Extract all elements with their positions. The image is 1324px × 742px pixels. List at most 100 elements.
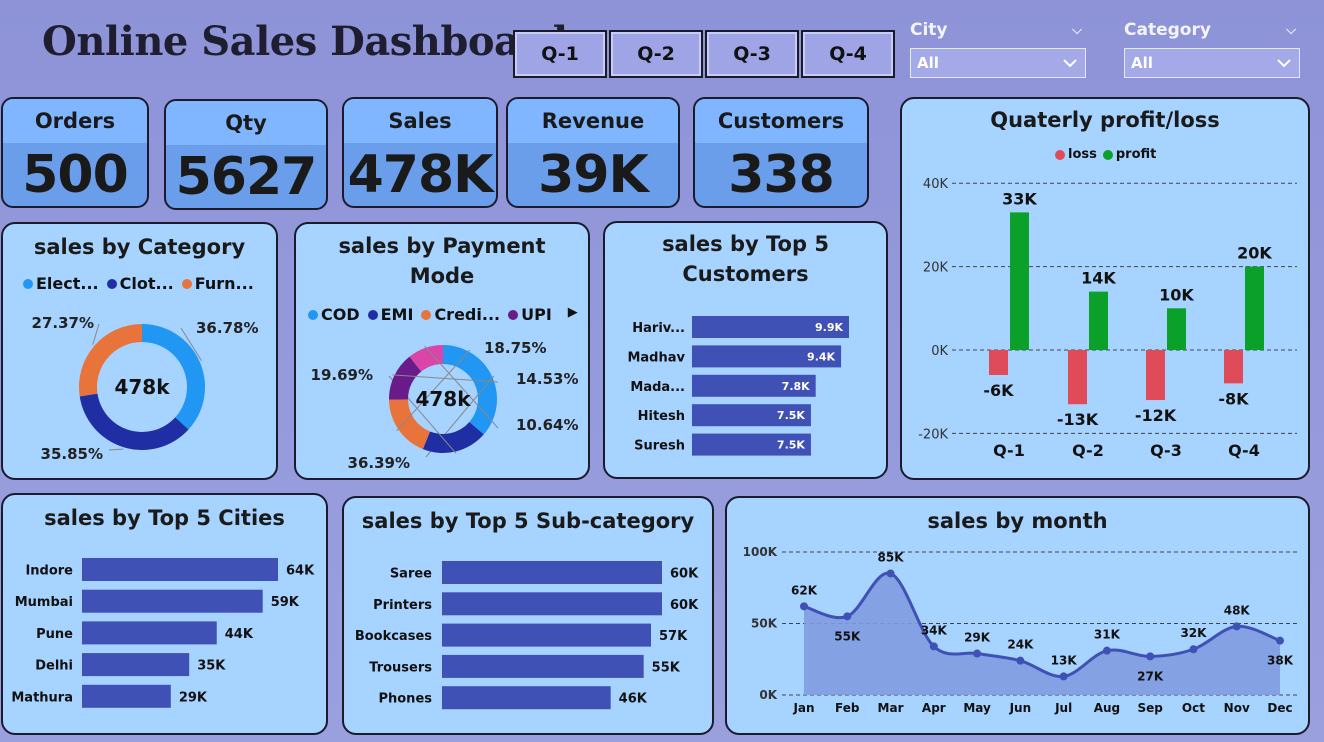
category-label: Trousers xyxy=(369,660,432,675)
data-point xyxy=(1016,656,1025,665)
donut-center-label: 478k xyxy=(415,387,471,411)
data-label: 29K xyxy=(179,690,208,705)
customers-bar-chart: Hariv... 9.9K Madhav 9.4K Mada... 7.8K Hitesh 7… xyxy=(627,316,849,456)
category-label: Pune xyxy=(36,627,73,642)
x-tick-label: Jun xyxy=(1009,701,1032,715)
legend-dot xyxy=(106,278,117,289)
loss-data-label: -13K xyxy=(1057,410,1099,429)
loss-bar xyxy=(1224,350,1243,384)
x-tick-label: Sep xyxy=(1137,701,1163,715)
category-chart-title: sales by Category xyxy=(33,235,246,259)
month-card: sales by month 100K 50K 0K 62K Jan 55K Feb 85K M… xyxy=(725,496,1310,735)
data-label: 38K xyxy=(1267,654,1294,668)
kpi-sales-label: Sales xyxy=(344,99,496,143)
bar xyxy=(442,592,662,616)
slice-label: 27.37% xyxy=(32,314,94,332)
profit-bar xyxy=(1010,212,1029,350)
kpi-orders: Orders 500 xyxy=(1,97,149,208)
legend-dot xyxy=(23,278,33,289)
data-point xyxy=(843,612,852,621)
bar xyxy=(442,654,644,678)
category-label: Madhav xyxy=(627,350,685,365)
x-tick-label: Q-1 xyxy=(993,441,1025,460)
bar xyxy=(442,686,611,710)
chevron-down-icon[interactable]: ⌵ xyxy=(1286,23,1296,38)
payment-chart-title: sales by Payment Mode xyxy=(338,234,546,288)
bar xyxy=(442,623,651,647)
data-label: 85K xyxy=(878,550,905,564)
category-dropdown[interactable]: All xyxy=(1124,48,1300,78)
kpi-revenue: Revenue 39K xyxy=(506,97,680,208)
cities-bar-chart: Indore 64K Mumbai 59K Pune 44K Delhi 35K Mathura… xyxy=(11,558,315,708)
legend-item[interactable]: Furn... xyxy=(195,274,254,293)
slice-label: 36.78% xyxy=(196,319,258,337)
x-tick-label: Feb xyxy=(835,701,860,715)
legend-dot xyxy=(181,278,192,289)
data-label: 48K xyxy=(1224,603,1251,617)
legend-item[interactable]: UPI xyxy=(521,305,552,324)
y-tick-label: 100K xyxy=(743,545,778,559)
payment-legend: COD EMI Credi... UPI ▶ xyxy=(308,305,578,324)
y-tick-label: 40K xyxy=(923,177,949,192)
kpi-orders-label: Orders xyxy=(3,99,147,143)
profit-bar xyxy=(1245,266,1264,350)
payment-donut-chart: 36.39% 19.69% 18.75% 14.53% 10.64% 478k xyxy=(311,339,579,472)
category-label: Phones xyxy=(378,692,432,707)
legend-next-arrow-icon[interactable]: ▶ xyxy=(568,305,578,324)
x-tick-label: Jul xyxy=(1054,701,1072,715)
slice-label: 18.75% xyxy=(484,339,546,357)
customers-card: sales by Top 5 Customers Hariv... 9.9K Mad… xyxy=(603,221,888,479)
x-tick-label: Oct xyxy=(1182,701,1205,715)
x-tick-label: Jan xyxy=(792,701,814,715)
quarter-button-q3[interactable]: Q-3 xyxy=(705,30,799,78)
donut-slice xyxy=(422,421,484,453)
loss-bar xyxy=(989,350,1008,376)
profit-data-label: 14K xyxy=(1081,269,1116,288)
data-point xyxy=(1146,652,1155,661)
bar xyxy=(82,589,263,613)
quarter-button-q2[interactable]: Q-2 xyxy=(609,30,703,78)
slice-label: 14.53% xyxy=(516,370,578,388)
loss-data-label: -12K xyxy=(1135,406,1177,425)
city-slicer: City ⌵ All xyxy=(910,18,1086,78)
y-tick-label: 0K xyxy=(759,688,777,702)
data-label: 7.8K xyxy=(782,380,810,393)
legend-item[interactable]: Credi... xyxy=(434,305,500,324)
category-label: Mumbai xyxy=(15,595,73,610)
loss-bar xyxy=(1068,350,1087,405)
donut-center-label: 478k xyxy=(114,375,170,399)
chevron-down-icon xyxy=(1063,58,1077,67)
city-dropdown[interactable]: All xyxy=(910,48,1086,78)
page-title: Online Sales Dashboard xyxy=(42,18,568,65)
profit-bar xyxy=(1167,308,1186,350)
payment-card: sales by Payment Mode COD EMI Credi... U… xyxy=(294,222,590,480)
legend-item[interactable]: Elect... xyxy=(36,274,99,293)
slice-label: 35.85% xyxy=(41,445,103,463)
quarterly-card: Quaterly profit/loss loss profit 40K 20K 0… xyxy=(900,97,1310,480)
quarter-button-q1[interactable]: Q-1 xyxy=(513,30,607,78)
x-tick-label: Dec xyxy=(1267,701,1292,715)
category-label: Indore xyxy=(25,564,73,579)
data-label: 24K xyxy=(1007,638,1034,652)
category-donut-chart: 36.78% 35.85% 27.37% 478k xyxy=(32,314,259,463)
slice-label: 10.64% xyxy=(516,416,578,434)
x-tick-label: Q-3 xyxy=(1150,441,1182,460)
kpi-sales: Sales 478K xyxy=(342,97,498,208)
kpi-revenue-value: 39K xyxy=(538,144,649,205)
kpi-sales-value: 478K xyxy=(347,144,494,205)
legend-item[interactable]: COD xyxy=(321,305,360,324)
y-tick-label: 50K xyxy=(751,617,778,631)
data-point xyxy=(1102,646,1111,655)
kpi-qty-label: Qty xyxy=(166,101,326,145)
legend-dot xyxy=(308,309,318,320)
data-label: 55K xyxy=(834,629,861,643)
quarter-button-q4[interactable]: Q-4 xyxy=(801,30,895,78)
legend-item[interactable]: EMI xyxy=(381,305,414,324)
legend-item[interactable]: Clot... xyxy=(120,274,174,293)
chevron-down-icon[interactable]: ⌵ xyxy=(1072,23,1082,38)
data-point xyxy=(929,642,938,651)
bar xyxy=(82,558,278,581)
legend-dot xyxy=(367,309,378,320)
leader-line xyxy=(108,448,124,451)
y-tick-label: -20K xyxy=(918,427,948,442)
